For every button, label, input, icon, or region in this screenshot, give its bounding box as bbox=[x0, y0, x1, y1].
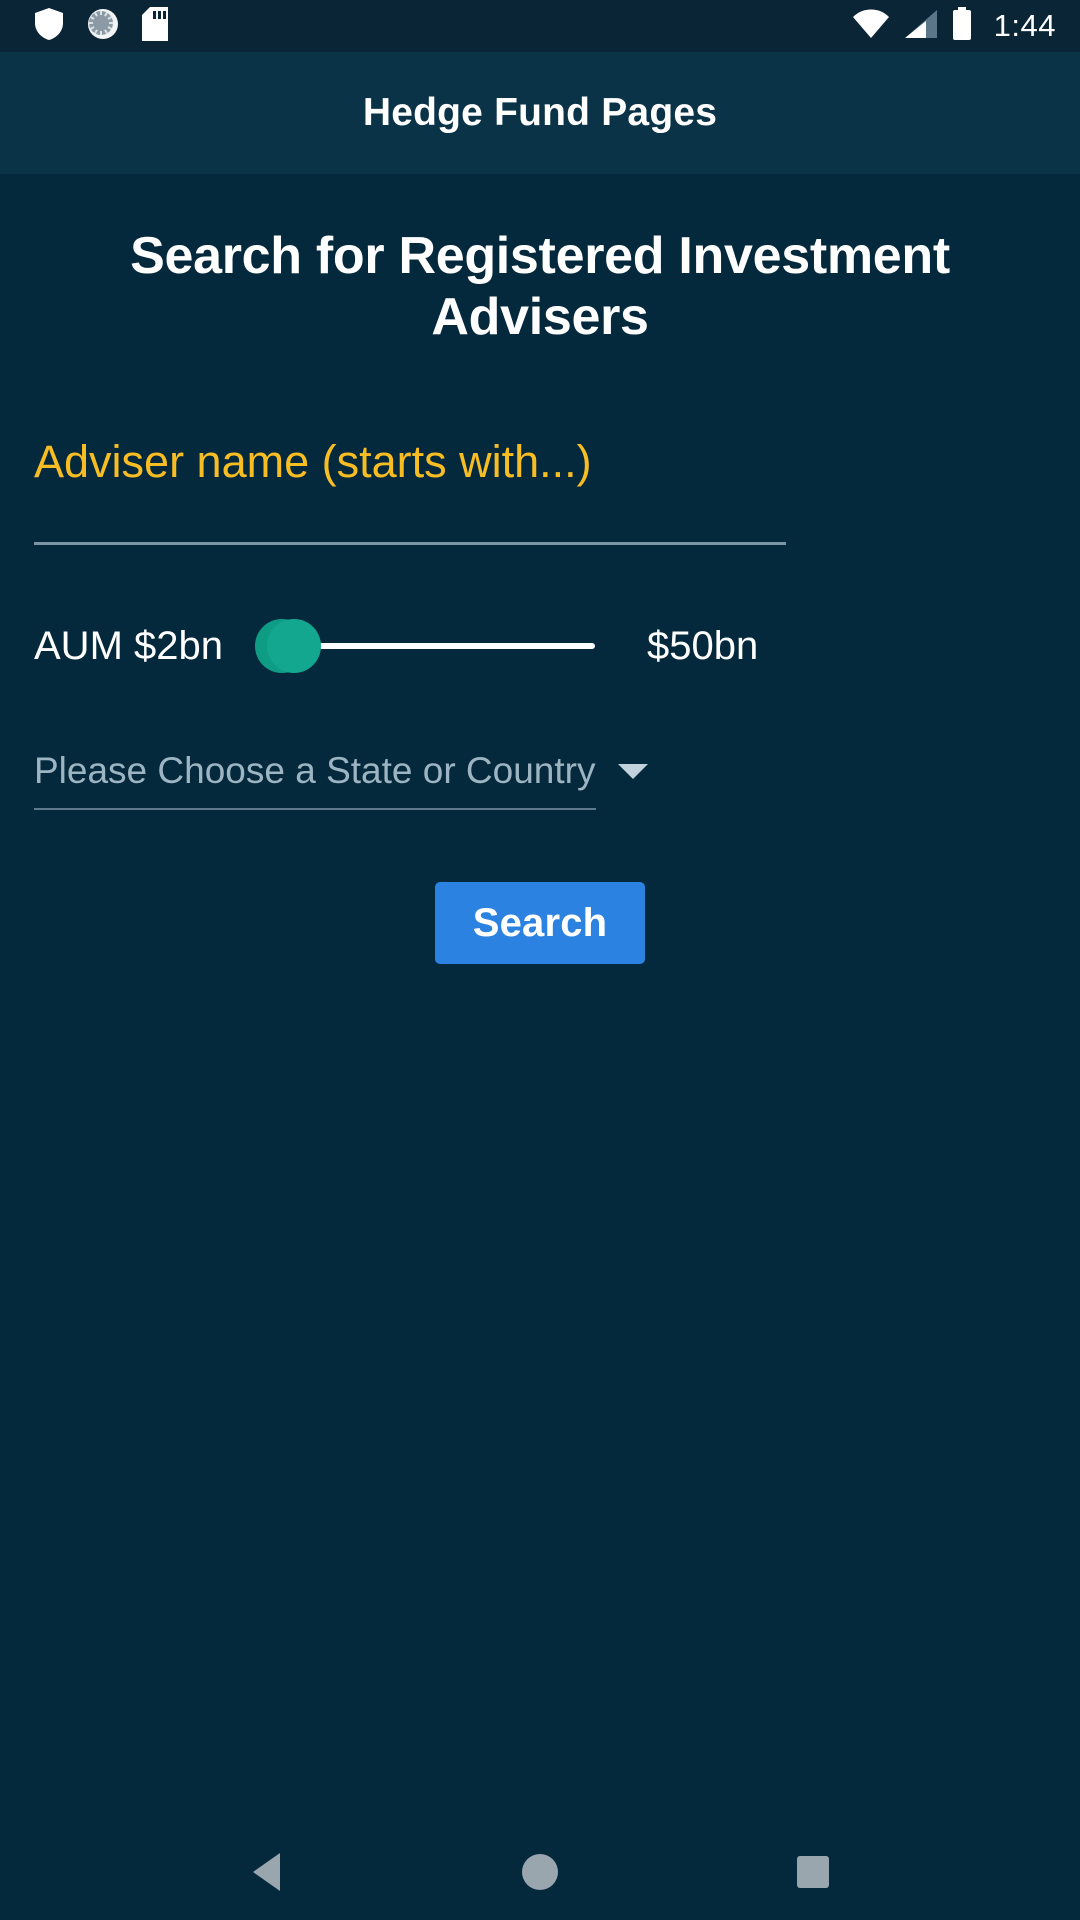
app-bar-title: Hedge Fund Pages bbox=[362, 91, 718, 134]
android-nav-bar bbox=[0, 1824, 1080, 1920]
status-bar-clock: 1:44 bbox=[993, 7, 1056, 43]
aum-slider[interactable] bbox=[254, 611, 595, 681]
recents-square-icon bbox=[797, 1856, 830, 1888]
battery-icon bbox=[952, 7, 972, 45]
state-country-underline bbox=[34, 807, 596, 810]
state-country-dropdown[interactable]: Please Choose a State or Country bbox=[32, 750, 648, 810]
state-country-selected-value: Please Choose a State or Country bbox=[34, 750, 596, 792]
search-button-row: Search bbox=[32, 881, 1048, 964]
home-circle-icon bbox=[521, 1854, 558, 1890]
status-bar-right-icons: 1:44 bbox=[852, 7, 1056, 45]
main-content: Search for Registered Investment Adviser… bbox=[0, 174, 1080, 1824]
back-triangle-icon bbox=[253, 1853, 281, 1891]
aum-max-label: $50bn bbox=[646, 624, 759, 669]
adviser-name-input[interactable]: Adviser name (starts with...) bbox=[34, 437, 1046, 499]
adviser-name-field[interactable]: Adviser name (starts with...) bbox=[32, 437, 1048, 546]
state-country-dropdown-inner[interactable]: Please Choose a State or Country bbox=[34, 750, 648, 808]
page-title: Search for Registered Investment Adviser… bbox=[130, 227, 950, 347]
nav-back-button[interactable] bbox=[222, 1827, 312, 1917]
chevron-down-icon[interactable] bbox=[617, 764, 648, 780]
cellular-signal-icon bbox=[904, 9, 938, 44]
nav-home-button[interactable] bbox=[495, 1827, 585, 1917]
aum-slider-row: AUM $2bn $50bn bbox=[32, 611, 1048, 681]
status-bar-left-icons bbox=[34, 6, 168, 46]
app-screen: 1:44 Hedge Fund Pages Search for Registe… bbox=[0, 0, 1080, 1920]
wifi-icon bbox=[852, 9, 890, 44]
adviser-name-underline bbox=[34, 542, 786, 546]
sd-card-icon bbox=[142, 6, 168, 46]
sync-spinner-icon bbox=[86, 7, 120, 46]
aum-min-label: AUM $2bn bbox=[34, 624, 223, 669]
status-bar: 1:44 bbox=[0, 0, 1080, 52]
app-bar: Hedge Fund Pages bbox=[0, 52, 1080, 174]
shield-icon bbox=[34, 7, 64, 46]
aum-slider-track[interactable] bbox=[284, 643, 595, 650]
nav-recents-button[interactable] bbox=[768, 1827, 858, 1917]
search-button[interactable]: Search bbox=[434, 881, 646, 964]
aum-slider-thumb[interactable] bbox=[266, 619, 321, 674]
